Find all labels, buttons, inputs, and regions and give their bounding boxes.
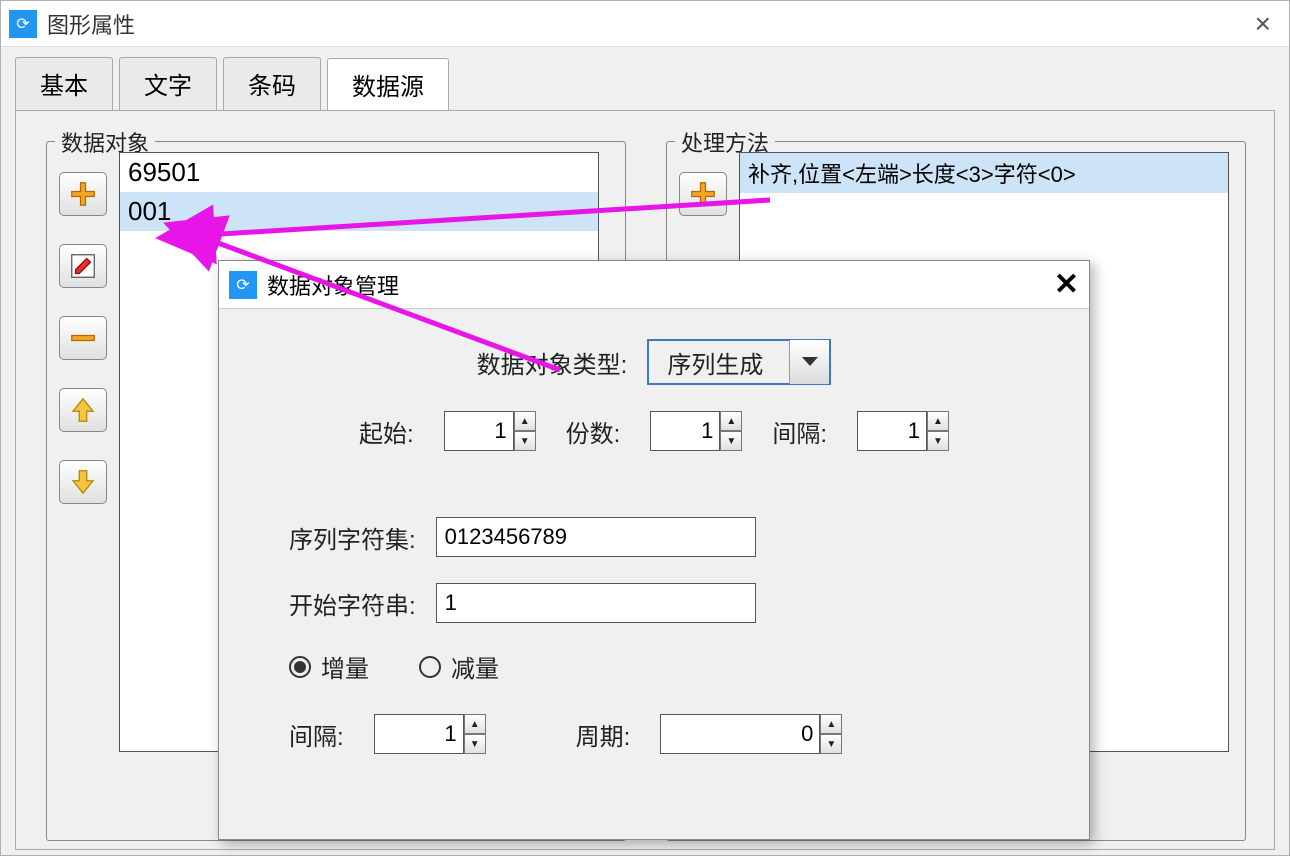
type-dropdown[interactable]: 序列生成 (647, 339, 831, 385)
spin-up-icon[interactable]: ▲ (514, 411, 536, 431)
copies-field[interactable] (650, 411, 720, 451)
gap-input[interactable]: ▲▼ (857, 411, 949, 451)
period-field[interactable] (660, 714, 820, 754)
tab-datasource[interactable]: 数据源 (327, 58, 449, 111)
move-down-button[interactable] (59, 460, 107, 504)
radio-circle-icon (419, 656, 441, 678)
type-value: 序列生成 (649, 345, 789, 380)
spinner[interactable]: ▲▼ (464, 714, 486, 754)
charset-input[interactable] (436, 517, 756, 557)
spin-up-icon[interactable]: ▲ (927, 411, 949, 431)
copies-input[interactable]: ▲▼ (650, 411, 742, 451)
title-bar: ⟳ 图形属性 × (1, 1, 1289, 47)
interval-field[interactable] (374, 714, 464, 754)
spinner[interactable]: ▲▼ (927, 411, 949, 451)
gap-label: 间隔: (772, 414, 827, 449)
spinner[interactable]: ▲▼ (514, 411, 536, 451)
list-item[interactable]: 69501 (120, 153, 598, 192)
list-item[interactable]: 001 (120, 192, 598, 231)
plus-icon (68, 179, 98, 209)
period-input[interactable]: ▲▼ (660, 714, 842, 754)
tab-text[interactable]: 文字 (119, 57, 217, 110)
add-button[interactable] (59, 172, 107, 216)
tab-basic[interactable]: 基本 (15, 57, 113, 110)
start-label: 起始: (359, 414, 414, 449)
charset-label: 序列字符集: (289, 520, 416, 555)
edit-button[interactable] (59, 244, 107, 288)
remove-button[interactable] (59, 316, 107, 360)
start-field[interactable] (444, 411, 514, 451)
proc-add-button[interactable] (679, 172, 727, 216)
chevron-down-icon (801, 356, 819, 368)
spin-down-icon[interactable]: ▼ (720, 431, 742, 451)
tab-barcode[interactable]: 条码 (223, 57, 321, 110)
copies-label: 份数: (566, 414, 621, 449)
startstr-label: 开始字符串: (289, 586, 416, 621)
arrow-down-icon (68, 467, 98, 497)
radio-inc-label: 增量 (321, 649, 369, 684)
radio-dec-label: 减量 (451, 649, 499, 684)
spin-up-icon[interactable]: ▲ (464, 714, 486, 734)
data-object-manage-dialog: ⟳ 数据对象管理 ✕ 数据对象类型: 序列生成 起始: ▲▼ 份数: ▲▼ (218, 260, 1090, 840)
start-input[interactable]: ▲▼ (444, 411, 536, 451)
spin-down-icon[interactable]: ▼ (820, 734, 842, 754)
edit-icon (68, 251, 98, 281)
dialog-close-icon[interactable]: ✕ (1054, 267, 1079, 302)
spin-up-icon[interactable]: ▲ (720, 411, 742, 431)
tabs: 基本 文字 条码 数据源 (1, 47, 1289, 110)
spinner[interactable]: ▲▼ (820, 714, 842, 754)
dialog-title: 数据对象管理 (267, 269, 1054, 301)
data-object-toolbar (59, 172, 107, 504)
dialog-body: 数据对象类型: 序列生成 起始: ▲▼ 份数: ▲▼ 间隔: ▲▼ (219, 309, 1089, 810)
radio-decrement[interactable]: 减量 (419, 649, 499, 684)
spin-down-icon[interactable]: ▼ (464, 734, 486, 754)
radio-circle-icon (289, 656, 311, 678)
startstr-input[interactable] (436, 583, 756, 623)
spinner[interactable]: ▲▼ (720, 411, 742, 451)
arrow-up-icon (68, 395, 98, 425)
close-icon[interactable]: × (1245, 8, 1281, 40)
window-title: 图形属性 (47, 8, 1245, 40)
proc-toolbar (679, 172, 727, 216)
dropdown-button[interactable] (789, 340, 829, 384)
list-item[interactable]: 补齐,位置<左端>长度<3>字符<0> (740, 153, 1228, 193)
move-up-button[interactable] (59, 388, 107, 432)
spin-down-icon[interactable]: ▼ (927, 431, 949, 451)
spin-down-icon[interactable]: ▼ (514, 431, 536, 451)
app-icon: ⟳ (9, 10, 37, 38)
period-label: 周期: (576, 717, 631, 752)
minus-icon (68, 323, 98, 353)
gap-field[interactable] (857, 411, 927, 451)
plus-icon (688, 179, 718, 209)
dialog-title-bar: ⟳ 数据对象管理 ✕ (219, 261, 1089, 309)
app-icon: ⟳ (229, 271, 257, 299)
radio-increment[interactable]: 增量 (289, 649, 369, 684)
interval-input[interactable]: ▲▼ (374, 714, 486, 754)
type-label: 数据对象类型: (477, 345, 628, 380)
spin-up-icon[interactable]: ▲ (820, 714, 842, 734)
interval-label: 间隔: (289, 717, 344, 752)
